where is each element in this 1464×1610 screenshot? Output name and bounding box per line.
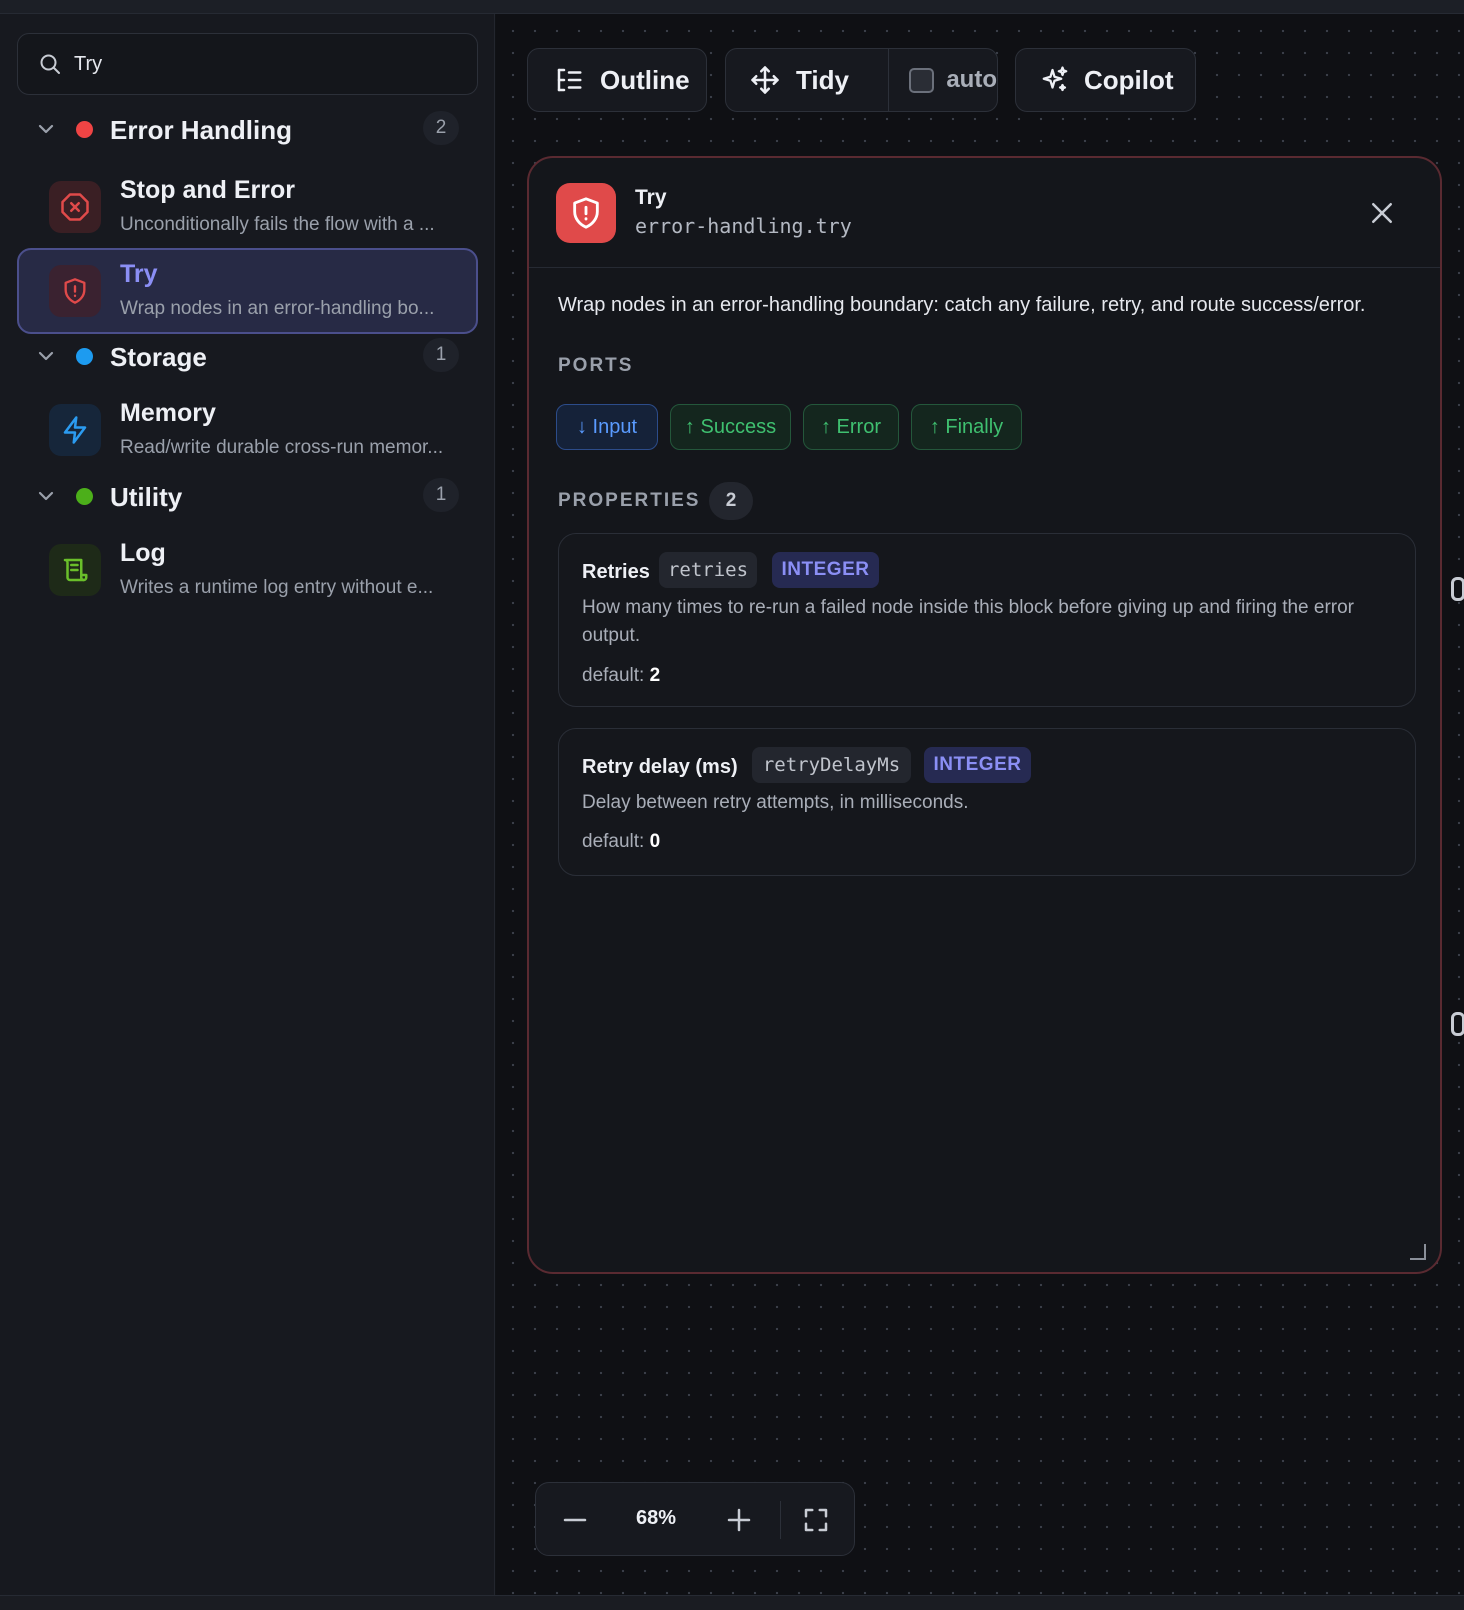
property-description: How many times to re-run a failed node i… [582,597,1355,646]
fit-view-icon[interactable] [801,1505,831,1535]
group-name: Storage [110,342,207,372]
property-default-value: 0 [649,831,661,852]
node-item-name: Try [120,260,158,288]
shield-alert-icon [49,265,101,317]
category-dot [76,488,93,505]
property-default-value: 2 [649,665,661,686]
node-handle[interactable] [1451,577,1464,601]
node-item-description: Writes a runtime log entry without e... [120,577,434,598]
zoom-level: 68% [636,1507,677,1529]
lightning-icon [49,404,101,456]
zoom-out-icon[interactable] [560,1505,590,1535]
copilot-label: Copilot [1084,64,1174,95]
port-success[interactable]: ↑ Success [670,404,791,450]
zoom-in-icon[interactable] [724,1505,754,1535]
property-default: default: 2 [582,665,661,686]
group-storage[interactable]: Storage 1 [0,334,495,378]
auto-tidy-toggle[interactable]: auto [889,49,997,111]
category-dot [76,348,93,365]
property-label: Retry delay (ms) [582,756,738,778]
node-item-try[interactable]: Try Wrap nodes in an error-handling bo..… [17,248,478,334]
copilot-button[interactable]: Copilot [1015,48,1196,112]
property-type-badge: INTEGER [772,552,879,588]
zoom-divider [780,1501,781,1539]
port-finally[interactable]: ↑ Finally [911,404,1022,450]
node-item-stop-and-error[interactable]: Stop and Error Unconditionally fails the… [17,164,478,250]
auto-checkbox[interactable] [909,67,935,93]
outline-label: Outline [600,64,690,95]
tidy-toolbar-group: Tidy auto [725,48,998,112]
property-card-retries: Retries retries INTEGER How many times t… [558,533,1416,707]
node-item-description: Unconditionally fails the flow with a ..… [120,214,435,235]
ports-heading: PORTS [558,355,634,376]
chevron-down-icon[interactable] [34,117,58,141]
group-count: 2 [423,111,459,145]
search-box[interactable] [17,33,478,95]
properties-count-badge: 2 [709,482,753,520]
node-library-sidebar: Error Handling 2 Stop and Error Uncondit… [0,14,495,1595]
node-item-memory[interactable]: Memory Read/write durable cross-run memo… [17,387,478,473]
category-dot [76,121,93,138]
window-bottom-strip [0,1595,1464,1610]
panel-header: Try error-handling.try [529,158,1440,268]
group-name: Utility [110,482,183,512]
port-input[interactable]: ↓ Input [556,404,658,450]
x-circle-icon [49,181,101,233]
panel-node-type: error-handling.try [635,214,852,238]
property-key: retryDelayMs [752,747,911,783]
property-default: default: 0 [582,831,661,852]
property-description: Delay between retry attempts, in millise… [582,792,969,813]
zoom-controls: 68% [535,1482,855,1556]
move-arrows-icon [751,66,779,94]
tidy-label: Tidy [796,64,849,95]
outline-icon [557,68,582,92]
chevron-down-icon[interactable] [34,484,58,508]
port-error[interactable]: ↑ Error [803,404,899,450]
tidy-button[interactable]: Tidy [750,49,888,111]
outline-button[interactable]: Outline [527,48,707,112]
node-item-description: Read/write durable cross-run memor... [120,437,444,458]
resize-handle[interactable] [1410,1244,1426,1260]
close-icon[interactable] [1367,198,1397,228]
property-key: retries [659,552,757,588]
scroll-icon [49,544,101,596]
group-count: 1 [423,338,459,372]
node-item-name: Log [120,539,166,567]
node-handle[interactable] [1451,1012,1464,1036]
search-icon [40,54,60,74]
search-input[interactable] [74,52,454,76]
sparkles-icon [1042,66,1068,92]
group-count: 1 [423,478,459,512]
group-name: Error Handling [110,115,293,145]
property-label: Retries [582,561,650,583]
node-item-description: Wrap nodes in an error-handling bo... [120,298,435,319]
chevron-down-icon[interactable] [34,344,58,368]
node-item-name: Stop and Error [120,176,296,204]
group-error-handling[interactable]: Error Handling 2 [0,107,495,151]
group-utility[interactable]: Utility 1 [0,474,495,518]
shield-alert-icon [556,183,616,243]
node-item-name: Memory [120,399,216,427]
auto-label: auto [946,66,997,93]
property-type-badge: INTEGER [924,747,1031,783]
node-detail-panel: Try error-handling.try Wrap nodes in an … [527,156,1442,1274]
property-card-retry-delay: Retry delay (ms) retryDelayMs INTEGER De… [558,728,1416,876]
panel-description: Wrap nodes in an error-handling boundary… [558,294,1366,316]
properties-heading: PROPERTIES [558,490,701,511]
window-top-strip [0,0,1464,14]
node-item-log[interactable]: Log Writes a runtime log entry without e… [17,527,478,613]
panel-title: Try [635,186,667,209]
